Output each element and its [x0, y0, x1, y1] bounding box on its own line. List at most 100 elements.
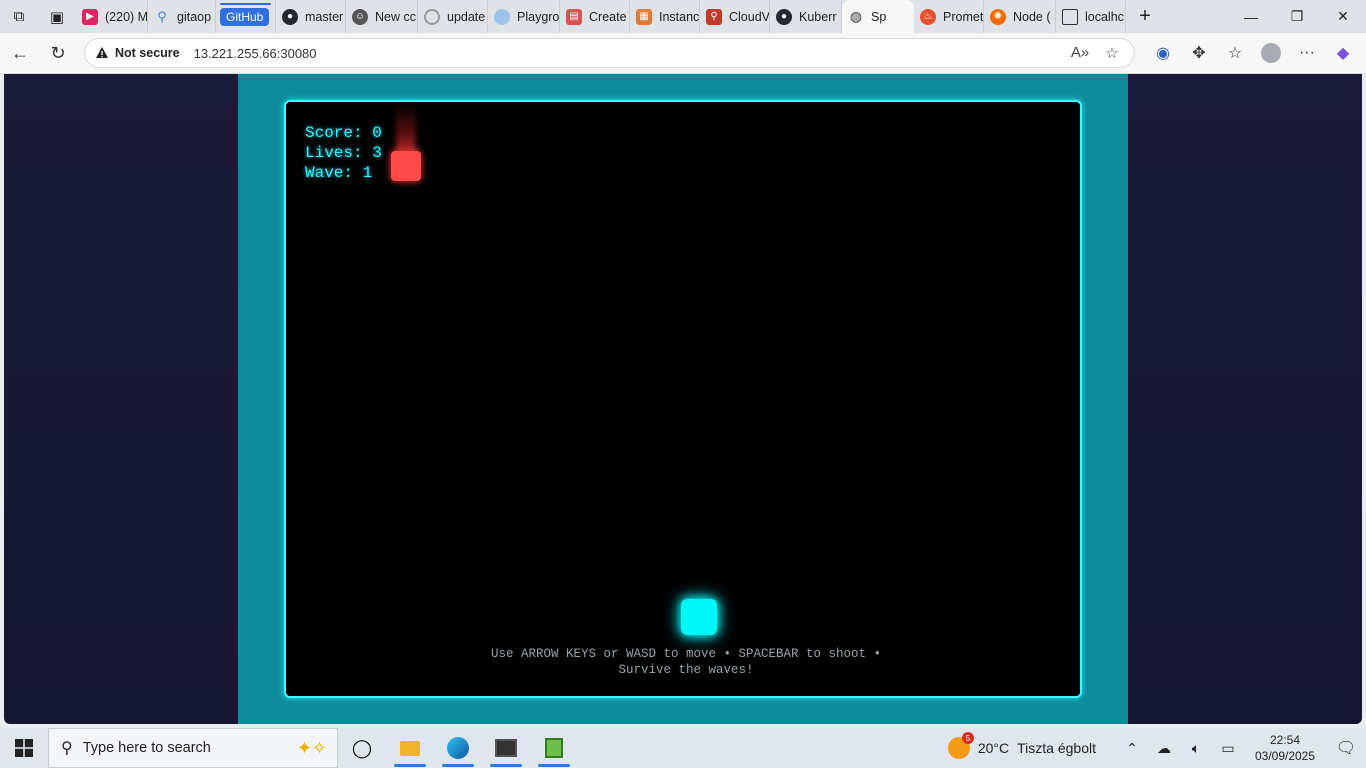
tab-gitaop[interactable]: ⚲ gitaop [148, 0, 216, 33]
tab-kubernetes[interactable]: ● Kuberr [770, 0, 842, 33]
score-display: Score: 0 [305, 124, 382, 142]
windows-start-icon[interactable] [0, 728, 48, 768]
github-icon: ● [776, 8, 792, 25]
volume-icon[interactable]: 🔈︎ [1180, 740, 1212, 757]
reload-button[interactable]: ↻ [40, 35, 76, 71]
close-window-button[interactable]: ✕ [1320, 0, 1366, 33]
tab-localhost[interactable]: localhc [1056, 0, 1126, 33]
game-instructions: Use ARROW KEYS or WASD to move • SPACEBA… [490, 647, 882, 677]
weather-sun-icon: 5 [947, 732, 974, 759]
clock-date: 03/09/2025 [1254, 749, 1316, 763]
copilot-icon: ☺ [352, 8, 368, 25]
loading-icon [424, 8, 440, 25]
github-icon: ● [282, 8, 298, 25]
clock[interactable]: 22:54 03/09/2025 [1250, 732, 1320, 764]
app-icon: ▤ [566, 8, 582, 25]
tab-label: master [305, 9, 344, 24]
more-menu-icon[interactable]: ··· [1289, 38, 1325, 68]
tab-label: gitaop [177, 9, 212, 24]
game-canvas[interactable]: Score: 0 Lives: 3 Wave: 1 Use ARROW KEYS… [284, 100, 1082, 698]
cloud-icon [494, 8, 510, 25]
tab-label: Playgro [517, 9, 560, 24]
clock-time: 22:54 [1269, 733, 1301, 747]
page-icon [1062, 8, 1078, 25]
tab-youtube[interactable]: ▶ (220) M [76, 0, 148, 33]
chevron-up-icon[interactable]: ⌃ [1116, 740, 1148, 757]
tab-prometheus[interactable]: ♨ Promet [914, 0, 984, 33]
snipping-tool-icon[interactable] [482, 728, 530, 768]
task-view-icon[interactable]: ◯ [338, 728, 386, 768]
youtube-icon: ▶ [82, 8, 98, 25]
extensions-puzzle-icon[interactable]: ✥ [1181, 38, 1217, 68]
tab-actions-icon[interactable]: ▣ [38, 0, 76, 33]
tab-label: Promet [943, 9, 984, 24]
tab-label: Instanc [659, 9, 700, 24]
favorite-star-icon[interactable]: ☆ [1096, 44, 1128, 62]
app-icon: ▦ [636, 8, 652, 25]
tab-new-cc[interactable]: ☺ New cc [346, 0, 418, 33]
tab-label: localhc [1085, 9, 1124, 24]
tab-cloudwatch[interactable]: ⚲ CloudV [700, 0, 770, 33]
tab-label: Sp [871, 9, 887, 24]
profile-avatar-icon[interactable] [1253, 38, 1289, 68]
tab-playground[interactable]: Playgro [488, 0, 560, 33]
weather-description: Tiszta égbolt [1017, 740, 1096, 756]
tab-label: Create [589, 9, 627, 24]
search-icon: ⚲ [61, 740, 73, 757]
enemy-block [391, 151, 421, 181]
search-icon: ⚲ [706, 8, 722, 25]
globe-icon: ◍ [849, 8, 863, 24]
page-viewport: Score: 0 Lives: 3 Wave: 1 Use ARROW KEYS… [4, 74, 1362, 724]
address-row: ← ↻ Not secure 13.221.255.66:30080 A» ☆ … [0, 33, 1366, 74]
address-bar[interactable]: Not secure 13.221.255.66:30080 A» ☆ [84, 38, 1135, 68]
weather-badge: 5 [961, 732, 974, 744]
minimize-button[interactable]: — [1228, 0, 1274, 33]
taskbar-search[interactable]: ⚲ Type here to search ✦✧ [48, 728, 338, 768]
notepad-icon[interactable] [530, 728, 578, 768]
extension-shield-icon[interactable]: ◉ [1145, 38, 1181, 68]
tab-label: CloudV [729, 9, 770, 24]
network-warning-icon[interactable]: ☁ [1148, 740, 1180, 757]
tab-create[interactable]: ▤ Create [560, 0, 630, 33]
taskbar: ⚲ Type here to search ✦✧ ◯ 5 20°C Tiszta… [0, 728, 1366, 768]
read-aloud-icon[interactable]: A» [1064, 44, 1096, 62]
warning-icon[interactable] [95, 46, 109, 60]
github-badge: GitHub [220, 7, 270, 26]
tab-github[interactable]: GitHub [216, 0, 276, 33]
url-text[interactable]: 13.221.255.66:30080 [194, 46, 317, 61]
tab-instances[interactable]: ▦ Instanc [630, 0, 700, 33]
game-container: Score: 0 Lives: 3 Wave: 1 Use ARROW KEYS… [238, 74, 1128, 724]
search-highlight-icon: ✦✧ [296, 737, 327, 758]
tab-label: Node ( [1013, 9, 1051, 24]
notifications-icon[interactable]: 🗨︎ [1326, 738, 1366, 758]
player-ship [681, 599, 717, 635]
tab-strip: ⧉ ▣ ▶ (220) M ⚲ gitaop GitHub ● master ☺… [0, 0, 1366, 33]
weather-widget[interactable]: 5 20°C Tiszta égbolt [947, 732, 1096, 759]
enemy-trail [396, 102, 416, 154]
grafana-icon: ✺ [990, 8, 1006, 25]
tab-update[interactable]: update [418, 0, 488, 33]
weather-temperature: 20°C [977, 740, 1010, 756]
hud: Score: 0 Lives: 3 Wave: 1 [305, 123, 382, 183]
tab-active-game[interactable]: ◍ Sp [842, 0, 914, 33]
new-tab-button[interactable]: + [1126, 0, 1164, 33]
fire-icon: ♨ [920, 8, 936, 25]
ethernet-icon[interactable]: ▭ [1212, 740, 1244, 757]
tab-master[interactable]: ● master [276, 0, 346, 33]
workspaces-icon[interactable]: ⧉ [0, 0, 38, 33]
restore-button[interactable]: ❐ [1274, 0, 1320, 33]
back-button[interactable]: ← [2, 35, 38, 71]
wave-display: Wave: 1 [305, 164, 373, 182]
tab-label: Kuberr [799, 9, 837, 24]
edge-browser-icon[interactable] [434, 728, 482, 768]
copilot-icon[interactable]: ◆ [1325, 38, 1361, 68]
lives-display: Lives: 3 [305, 144, 382, 162]
tab-label: (220) M [105, 9, 148, 24]
search-placeholder: Type here to search [82, 740, 211, 756]
security-label[interactable]: Not secure [115, 46, 180, 60]
tab-label: New cc [375, 9, 416, 24]
file-explorer-icon[interactable] [386, 728, 434, 768]
favorites-icon[interactable]: ☆ [1217, 38, 1253, 68]
tab-label: update [447, 9, 486, 24]
tab-node-exporter[interactable]: ✺ Node ( [984, 0, 1056, 33]
